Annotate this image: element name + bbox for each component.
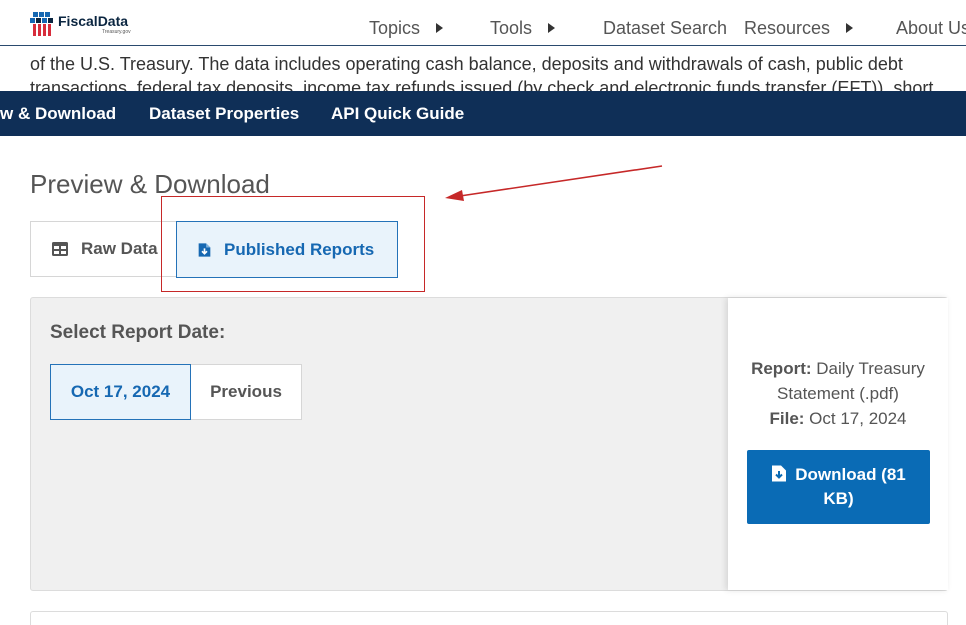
nav-resources-label: Resources: [744, 18, 831, 38]
table-icon: [52, 242, 68, 256]
report-date-previous-button[interactable]: Previous: [191, 364, 302, 420]
file-download-icon: [772, 465, 787, 482]
report-date-current-button[interactable]: Oct 17, 2024: [50, 364, 191, 420]
tab-raw-data[interactable]: Raw Data: [30, 221, 176, 277]
report-meta: Report: Daily Treasury Statement (.pdf) …: [728, 356, 948, 431]
nav-tools-label: Tools: [490, 18, 533, 38]
download-button-label: Download (81 KB): [795, 465, 906, 508]
nav-topics[interactable]: Topics: [369, 17, 444, 39]
main-nav: Topics Tools Dataset Search Resources Ab…: [0, 0, 966, 46]
caret-right-icon: [846, 23, 854, 33]
dataset-description: of the U.S. Treasury. The data includes …: [30, 54, 934, 92]
section-nav-preview-download[interactable]: w & Download: [0, 104, 116, 124]
section-nav-api-quick-guide[interactable]: API Quick Guide: [331, 104, 464, 124]
section-nav-dataset-properties[interactable]: Dataset Properties: [149, 104, 299, 124]
annotation-highlight-box: [161, 196, 425, 292]
caret-right-icon: [436, 23, 444, 33]
nav-dataset-search-label: Dataset Search: [603, 18, 728, 38]
tab-raw-data-label: Raw Data: [81, 239, 158, 258]
report-label: Report:: [751, 359, 812, 378]
report-date-toggle: Oct 17, 2024 Previous: [50, 364, 302, 420]
dataset-section-nav: w & Download Dataset Properties API Quic…: [0, 91, 966, 136]
download-report-button[interactable]: Download (81 KB): [747, 450, 930, 524]
nav-topics-label: Topics: [369, 18, 421, 38]
nav-dataset-search[interactable]: Dataset Search: [603, 17, 727, 39]
select-report-date-label: Select Report Date:: [50, 322, 226, 343]
download-button-content: Download (81 KB): [761, 463, 916, 511]
site-header: FiscalData Treasury.gov Topics Tools Dat…: [0, 0, 966, 46]
nav-about-us[interactable]: About Us: [896, 17, 966, 39]
next-section-panel: [30, 611, 948, 625]
nav-tools[interactable]: Tools: [490, 17, 556, 39]
report-download-sidebar: Report: Daily Treasury Statement (.pdf) …: [728, 298, 948, 590]
annotation-arrow-icon: [445, 165, 663, 201]
caret-right-icon: [548, 23, 556, 33]
nav-about-us-label: About Us: [896, 18, 966, 38]
file-date: Oct 17, 2024: [809, 409, 907, 428]
file-date-line: File: Oct 17, 2024: [728, 406, 948, 431]
file-label: File:: [769, 409, 805, 428]
nav-resources[interactable]: Resources: [744, 17, 854, 39]
published-reports-panel: Select Report Date: Oct 17, 2024 Previou…: [30, 297, 948, 591]
report-name-line: Report: Daily Treasury Statement (.pdf): [728, 356, 948, 406]
